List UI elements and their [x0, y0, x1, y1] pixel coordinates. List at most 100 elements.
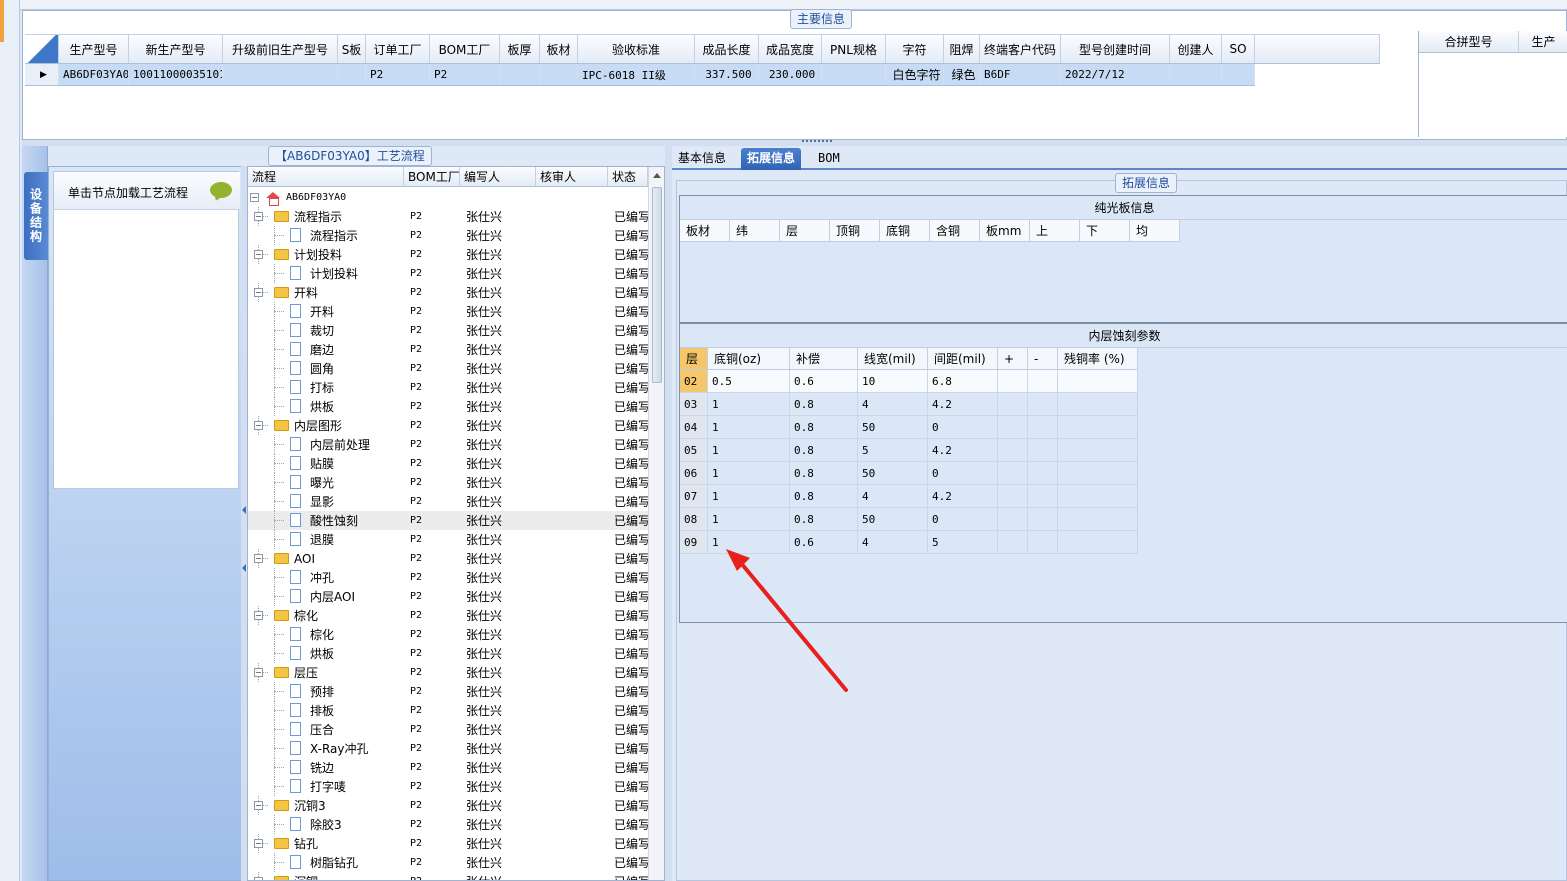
- status-cell[interactable]: 已编写: [608, 341, 648, 358]
- status-cell[interactable]: 已编写: [608, 360, 648, 377]
- process-row[interactable]: − 流程指示 P2 张仕兴 已编写: [248, 207, 648, 226]
- etch-cell[interactable]: [1028, 508, 1058, 530]
- etch-column-header[interactable]: 补偿: [790, 348, 858, 369]
- collapse-toggle-icon[interactable]: −: [254, 288, 263, 297]
- process-name-cell[interactable]: 打字唛: [248, 777, 404, 796]
- process-row[interactable]: 曝光 P2 张仕兴 已编写: [248, 473, 648, 492]
- status-cell[interactable]: 已编写: [608, 227, 648, 244]
- status-cell[interactable]: 已编写: [608, 246, 648, 263]
- author-cell[interactable]: 张仕兴: [460, 474, 536, 491]
- etch-cell[interactable]: 5: [928, 531, 998, 553]
- status-cell[interactable]: 已编写: [608, 531, 648, 548]
- etch-cell[interactable]: [998, 370, 1028, 392]
- etch-cell[interactable]: 0.8: [790, 439, 858, 461]
- etch-cell[interactable]: 1: [708, 416, 790, 438]
- process-name-cell[interactable]: − 钻孔: [248, 834, 404, 853]
- etch-cell[interactable]: 06: [680, 462, 708, 484]
- bom-factory-cell[interactable]: P2: [404, 230, 460, 241]
- etch-cell[interactable]: [998, 439, 1028, 461]
- etch-cell[interactable]: [1028, 439, 1058, 461]
- etch-cell[interactable]: [998, 485, 1028, 507]
- table-cell[interactable]: 10011000035101: [129, 64, 223, 85]
- process-name-cell[interactable]: 烘板: [248, 397, 404, 416]
- author-cell[interactable]: 张仕兴: [460, 455, 536, 472]
- status-cell[interactable]: 已编写: [608, 854, 648, 871]
- merge-column-header[interactable]: 合拼型号: [1419, 31, 1519, 52]
- bom-factory-cell[interactable]: P2: [404, 534, 460, 545]
- process-row[interactable]: 铣边 P2 张仕兴 已编写: [248, 758, 648, 777]
- author-cell[interactable]: 张仕兴: [460, 208, 536, 225]
- author-cell[interactable]: 张仕兴: [460, 607, 536, 624]
- etch-column-header[interactable]: 底铜(oz): [708, 348, 790, 369]
- table-cell[interactable]: P2: [430, 64, 500, 85]
- etch-row[interactable]: 04 1 0.8 50 0: [680, 416, 1138, 439]
- process-name-cell[interactable]: − 计划投料: [248, 245, 404, 264]
- bom-factory-cell[interactable]: P2: [404, 439, 460, 450]
- status-cell[interactable]: 已编写: [608, 303, 648, 320]
- etch-cell[interactable]: 0.8: [790, 462, 858, 484]
- column-header[interactable]: 新生产型号: [129, 35, 223, 63]
- process-name-cell[interactable]: − AB6DF03YA0: [248, 188, 404, 207]
- etch-cell[interactable]: 1: [708, 462, 790, 484]
- table-cell[interactable]: [822, 64, 886, 85]
- process-row[interactable]: 烘板 P2 张仕兴 已编写: [248, 644, 648, 663]
- bom-factory-cell[interactable]: P2: [404, 249, 460, 260]
- etch-cell[interactable]: [998, 393, 1028, 415]
- etch-cell[interactable]: [998, 531, 1028, 553]
- author-cell[interactable]: 张仕兴: [460, 341, 536, 358]
- etch-cell[interactable]: 4.2: [928, 439, 998, 461]
- etch-cell[interactable]: 1: [708, 531, 790, 553]
- author-cell[interactable]: 张仕兴: [460, 626, 536, 643]
- collapse-toggle-icon[interactable]: −: [254, 668, 263, 677]
- author-cell[interactable]: 张仕兴: [460, 246, 536, 263]
- process-name-cell[interactable]: − 沉铜: [248, 872, 404, 880]
- etch-row[interactable]: 03 1 0.8 4 4.2: [680, 393, 1138, 416]
- process-row[interactable]: 退膜 P2 张仕兴 已编写: [248, 530, 648, 549]
- tab-extended-info[interactable]: 拓展信息: [741, 148, 802, 170]
- author-cell[interactable]: 张仕兴: [460, 759, 536, 776]
- bom-factory-cell[interactable]: P2: [404, 325, 460, 336]
- author-cell[interactable]: 张仕兴: [460, 512, 536, 529]
- process-column-header[interactable]: BOM工厂: [404, 167, 460, 186]
- author-cell[interactable]: 张仕兴: [460, 778, 536, 795]
- column-header[interactable]: 生产型号: [59, 35, 129, 63]
- status-cell[interactable]: 已编写: [608, 816, 648, 833]
- etch-cell[interactable]: 50: [858, 508, 928, 530]
- status-cell[interactable]: 已编写: [608, 607, 648, 624]
- select-all-corner[interactable]: [25, 35, 59, 63]
- etch-row[interactable]: 08 1 0.8 50 0: [680, 508, 1138, 531]
- etch-row[interactable]: 09 1 0.6 4 5: [680, 531, 1138, 554]
- column-header[interactable]: 板材: [540, 35, 578, 63]
- table-cell[interactable]: 2022/7/12: [1061, 64, 1170, 85]
- collapse-toggle-icon[interactable]: −: [254, 839, 263, 848]
- right-vertical-splitter[interactable]: [665, 146, 672, 881]
- bom-factory-cell[interactable]: P2: [404, 591, 460, 602]
- author-cell[interactable]: 张仕兴: [460, 493, 536, 510]
- process-name-cell[interactable]: 冲孔: [248, 568, 404, 587]
- collapse-left-icon[interactable]: [242, 506, 246, 514]
- plain-board-column-header[interactable]: 板材: [680, 220, 730, 241]
- etch-cell[interactable]: 0: [928, 462, 998, 484]
- main-info-row[interactable]: ▶ AB6DF03YA0 10011000035101 P2 P2 IPC-6018 I…: [25, 64, 1255, 86]
- etch-cell[interactable]: 05: [680, 439, 708, 461]
- bom-factory-cell[interactable]: P2: [404, 686, 460, 697]
- status-cell[interactable]: 已编写: [608, 759, 648, 776]
- bom-factory-cell[interactable]: P2: [404, 819, 460, 830]
- etch-cell[interactable]: 0: [928, 508, 998, 530]
- collapse-toggle-icon[interactable]: −: [254, 611, 263, 620]
- bom-factory-cell[interactable]: P2: [404, 211, 460, 222]
- status-cell[interactable]: 已编写: [608, 569, 648, 586]
- status-cell[interactable]: 已编写: [608, 740, 648, 757]
- plain-board-column-header[interactable]: 上: [1030, 220, 1080, 241]
- splitter-grip-icon[interactable]: [802, 140, 832, 144]
- author-cell[interactable]: 张仕兴: [460, 284, 536, 301]
- process-name-cell[interactable]: 压合: [248, 720, 404, 739]
- process-name-cell[interactable]: 酸性蚀刻: [248, 511, 404, 530]
- bom-factory-cell[interactable]: P2: [404, 781, 460, 792]
- etch-cell[interactable]: [998, 416, 1028, 438]
- author-cell[interactable]: 张仕兴: [460, 398, 536, 415]
- author-cell[interactable]: 张仕兴: [460, 702, 536, 719]
- etch-column-header[interactable]: -: [1028, 348, 1058, 369]
- process-name-cell[interactable]: 磨边: [248, 340, 404, 359]
- column-header[interactable]: 终端客户代码: [980, 35, 1061, 63]
